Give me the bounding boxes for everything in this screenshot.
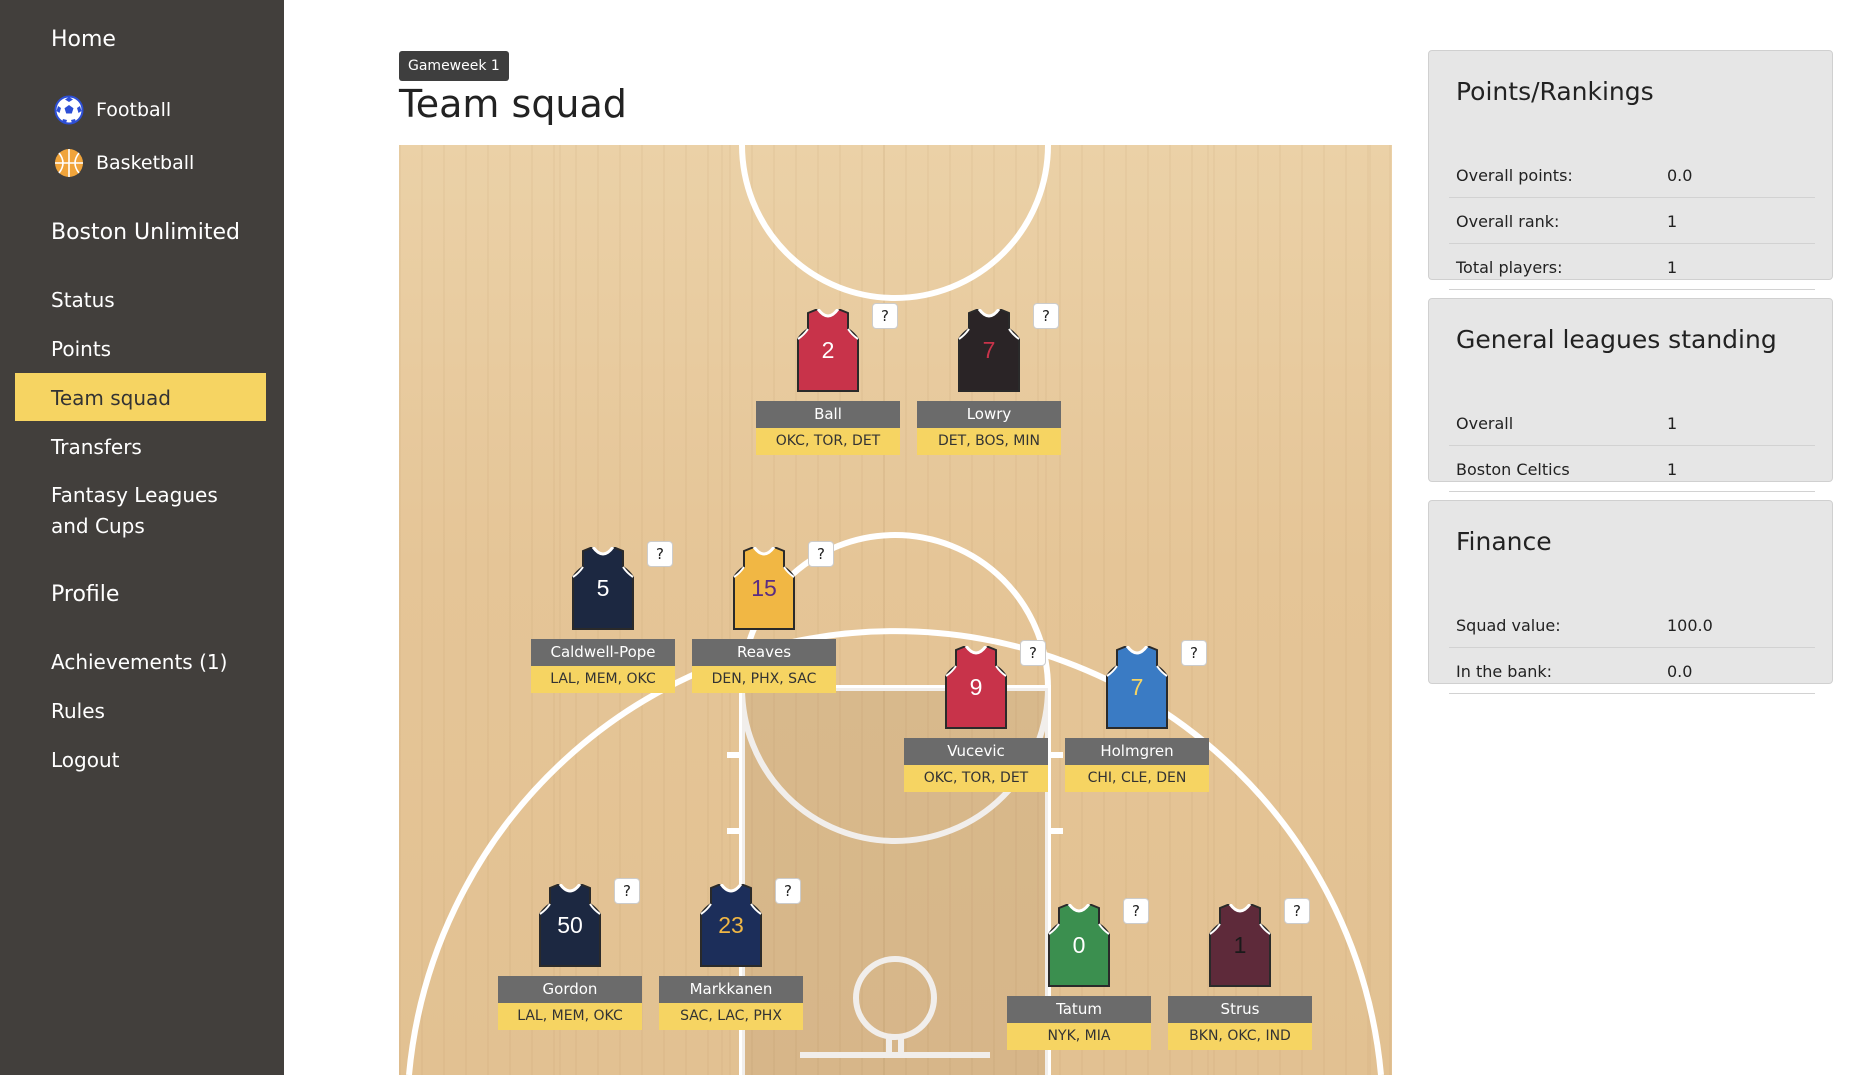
row-label: Overall	[1456, 414, 1514, 433]
player-name[interactable]: Gordon	[498, 976, 642, 1003]
row-value: 1	[1667, 460, 1678, 479]
nav-football[interactable]: Football	[54, 95, 171, 125]
row-value: 1	[1667, 212, 1678, 231]
player-fixtures: BKN, OKC, IND	[1168, 1023, 1312, 1050]
general-leagues-panel: General leagues standing Overall 1 Bosto…	[1428, 298, 1833, 492]
player-name[interactable]: Ball	[756, 401, 900, 428]
player-fixtures: LAL, MEM, OKC	[531, 666, 675, 693]
jersey-number: 9	[969, 674, 983, 700]
player-fixtures: OKC, TOR, DET	[756, 428, 900, 455]
nav-status[interactable]: Status	[51, 288, 115, 312]
player-fixtures: DET, BOS, MIN	[917, 428, 1061, 455]
overall-rank-row: Overall rank: 1	[1449, 198, 1815, 244]
in-the-bank-row: In the bank: 0.0	[1449, 648, 1815, 694]
player-info-button[interactable]: ?	[775, 878, 801, 904]
player-name[interactable]: Markkanen	[659, 976, 803, 1003]
league-name[interactable]: Boston Unlimited	[51, 220, 240, 245]
nav-rules[interactable]: Rules	[51, 699, 105, 723]
points-rankings-panel: Points/Rankings Overall points: 0.0 Over…	[1428, 50, 1833, 290]
player-name[interactable]: Holmgren	[1065, 738, 1209, 765]
player-name[interactable]: Reaves	[692, 639, 836, 666]
row-value: 0.0	[1667, 662, 1693, 681]
gameweek-badge: Gameweek 1	[399, 51, 509, 81]
row-value: 100.0	[1667, 616, 1713, 635]
nav-logout[interactable]: Logout	[51, 748, 119, 772]
player-name[interactable]: Strus	[1168, 996, 1312, 1023]
row-label: In the bank:	[1456, 662, 1553, 681]
player-info-button[interactable]: ?	[872, 303, 898, 329]
player-info-button[interactable]: ?	[1284, 898, 1310, 924]
row-label: Total players:	[1456, 258, 1563, 277]
jersey-number: 1	[1233, 932, 1247, 958]
page-title: Team squad	[399, 82, 627, 126]
nav-football-label: Football	[96, 99, 172, 121]
row-label: Boston Celtics	[1456, 460, 1570, 479]
row-value: 0.0	[1667, 166, 1693, 185]
player-info-button[interactable]: ?	[1181, 640, 1207, 666]
player-info-button[interactable]: ?	[808, 541, 834, 567]
points-rankings-title: Points/Rankings	[1456, 77, 1654, 106]
row-value: 1	[1667, 414, 1678, 433]
player-info-button[interactable]: ?	[1033, 303, 1059, 329]
nav-basketball-label: Basketball	[96, 152, 195, 174]
nav-points[interactable]: Points	[51, 337, 111, 361]
player-name[interactable]: Vucevic	[904, 738, 1048, 765]
boston-celtics-standing-row[interactable]: Boston Celtics 1	[1449, 446, 1815, 492]
overall-standing-row[interactable]: Overall 1	[1449, 400, 1815, 446]
overall-points-row: Overall points: 0.0	[1449, 152, 1815, 198]
player-info-button[interactable]: ?	[614, 878, 640, 904]
player-fixtures: OKC, TOR, DET	[904, 765, 1048, 792]
basketball-icon	[55, 149, 83, 177]
row-label: Overall rank:	[1456, 212, 1560, 231]
row-value: 1	[1667, 258, 1678, 277]
player-fixtures: NYK, MIA	[1007, 1023, 1151, 1050]
jersey-number: 0	[1072, 932, 1086, 958]
player-name[interactable]: Lowry	[917, 401, 1061, 428]
row-label: Squad value:	[1456, 616, 1561, 635]
football-icon	[54, 95, 84, 125]
player-fixtures: SAC, LAC, PHX	[659, 1003, 803, 1030]
player-info-button[interactable]: ?	[647, 541, 673, 567]
player-name[interactable]: Caldwell-Pope	[531, 639, 675, 666]
jersey-number: 50	[557, 912, 583, 938]
player-info-button[interactable]: ?	[1123, 898, 1149, 924]
jersey-number: 5	[596, 575, 610, 601]
basketball-court: 2? Ball OKC, TOR, DET 7? Lowry DET, BOS, MIN 5…	[399, 145, 1392, 1075]
jersey-number: 15	[751, 575, 777, 601]
nav-home[interactable]: Home	[51, 27, 116, 52]
player-fixtures: LAL, MEM, OKC	[498, 1003, 642, 1030]
jersey-number: 7	[1130, 674, 1144, 700]
nav-basketball[interactable]: Basketball	[54, 148, 194, 178]
player-info-button[interactable]: ?	[1020, 640, 1046, 666]
nav-achievements[interactable]: Achievements (1)	[51, 650, 227, 674]
finance-title: Finance	[1456, 527, 1552, 556]
nav-team-squad-label[interactable]: Team squad	[51, 386, 171, 410]
jersey-number: 7	[982, 337, 996, 363]
general-leagues-title: General leagues standing	[1456, 325, 1777, 354]
player-fixtures: DEN, PHX, SAC	[692, 666, 836, 693]
nav-fantasy-leagues[interactable]: Fantasy Leagues and Cups	[51, 480, 251, 542]
sidebar: Home Football Basketball Boston Unlimite…	[0, 0, 284, 1075]
total-players-row: Total players: 1	[1449, 244, 1815, 290]
nav-transfers[interactable]: Transfers	[51, 435, 142, 459]
squad-value-row: Squad value: 100.0	[1449, 602, 1815, 648]
player-fixtures: CHI, CLE, DEN	[1065, 765, 1209, 792]
nav-profile[interactable]: Profile	[51, 582, 119, 607]
jersey-number: 23	[718, 912, 744, 938]
row-label: Overall points:	[1456, 166, 1573, 185]
finance-panel: Finance Squad value: 100.0 In the bank: …	[1428, 500, 1833, 694]
jersey-number: 2	[821, 337, 835, 363]
player-name[interactable]: Tatum	[1007, 996, 1151, 1023]
